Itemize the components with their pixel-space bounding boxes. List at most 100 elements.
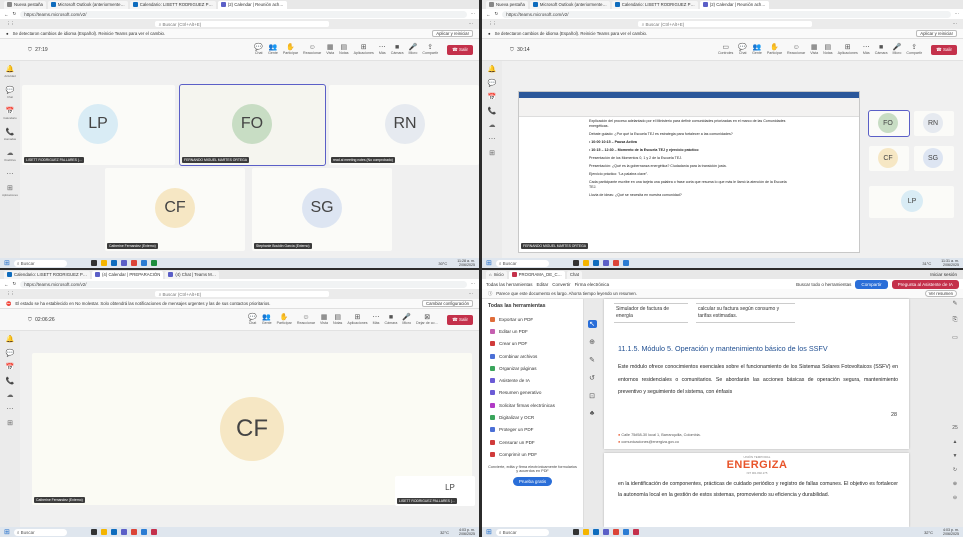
teams-search-input[interactable]: ⌕ Buscar (Ctrl+Alt+E) (154, 290, 329, 298)
taskbar-search[interactable]: ⌕ Buscar (13, 528, 67, 536)
taskbar-search[interactable]: ⌕ Buscar (495, 259, 549, 267)
chat-button[interactable]: 💬 Chat (254, 44, 263, 55)
excel-icon[interactable] (150, 260, 157, 266)
url-field[interactable]: https://teams.microsoft.com/v2/ (20, 280, 467, 288)
calendar-rail-icon[interactable]: 📅 Calendario (3, 108, 17, 122)
onedrive-icon[interactable]: ☁ (7, 392, 14, 399)
stamp-icon[interactable]: ♣ (590, 410, 595, 417)
tool-redact[interactable]: Censurar un PDF (482, 436, 583, 448)
calendar-rail-icon[interactable]: 📅 (488, 94, 497, 101)
camera-button[interactable]: ■ Cámara (875, 44, 888, 55)
edge-icon[interactable] (592, 529, 599, 535)
edge-icon[interactable] (110, 529, 117, 535)
browser-tab-active[interactable]: (4) Calendar | PREPARACIÓN (92, 270, 164, 279)
edge-icon[interactable] (592, 260, 599, 266)
task-view-icon[interactable] (90, 260, 97, 266)
onedrive-icon[interactable]: ☁ (489, 122, 496, 129)
free-trial-button[interactable]: Prueba gratis (512, 476, 553, 486)
menu-esign[interactable]: Firma electrónica (575, 282, 610, 287)
side-tile[interactable]: FO (868, 110, 910, 137)
apply-restart-button[interactable]: Aplicar y reiniciar (432, 30, 473, 37)
mic-button[interactable]: 🎤 Micro (409, 44, 418, 55)
chat-rail-icon[interactable]: 💬 Chat (6, 87, 15, 101)
chrome-icon[interactable] (130, 260, 137, 266)
extensions-icon[interactable]: ⋯ (955, 11, 960, 17)
calls-icon[interactable]: 📞 (488, 108, 497, 115)
chat-button[interactable]: 💬 Chat (248, 314, 257, 325)
share-button[interactable]: ⇪ Compartir (422, 44, 438, 55)
browser-tab[interactable]: Microsoft Outlook (anteriormente… (529, 0, 610, 9)
apps-button[interactable]: ⊞ Aplicaciones (354, 44, 374, 55)
edge-icon[interactable] (110, 260, 117, 266)
chat-button[interactable]: 💬 Chat (738, 44, 747, 55)
tool-combine[interactable]: Combinar archivos (482, 350, 583, 362)
participant-tile[interactable]: FO FERNANDO MIGUEL MARTES ORTEGA (179, 84, 326, 166)
bookmark-icon[interactable]: ⎘ (953, 317, 958, 324)
word-icon[interactable] (140, 260, 147, 266)
windows-start-icon[interactable]: ⊞ (486, 528, 492, 536)
react-button[interactable]: ☺ Reaccionar (787, 44, 805, 55)
activity-icon[interactable]: 🔔 Actividad (4, 66, 15, 80)
view-button[interactable]: ▦ Vista (320, 314, 328, 325)
select-icon[interactable]: ↖ (587, 320, 597, 328)
tool-ocr[interactable]: Digitalizar y OCR (482, 411, 583, 423)
chat-tab[interactable]: Chat (566, 270, 582, 279)
chat-rail-icon[interactable]: 💬 (6, 350, 15, 357)
taskbar-search[interactable]: ⌕ Buscar (495, 528, 549, 536)
pages-icon[interactable]: ▭ (952, 334, 958, 341)
menu-all-tools[interactable]: Todas las herramientas (486, 282, 533, 287)
side-tile[interactable]: SG (914, 146, 954, 171)
task-view-icon[interactable] (90, 529, 97, 535)
tool-protect[interactable]: Proteger un PDF (482, 424, 583, 436)
participant-tile[interactable]: LP LISETT RODRIGUEZ PALLARES (… (22, 85, 175, 165)
raise-hand-button[interactable]: ✋ Participar (767, 44, 782, 55)
browser-tab[interactable]: (4) Chat | Teams M… (165, 270, 220, 279)
calendar-rail-icon[interactable]: 📅 (6, 364, 15, 371)
people-button[interactable]: 👥 Gente (752, 44, 762, 55)
back-icon[interactable]: ← (4, 282, 9, 287)
refresh-icon[interactable]: ↻ (953, 467, 957, 473)
apply-restart-button[interactable]: Aplicar y reiniciar (916, 30, 957, 37)
explorer-icon[interactable] (100, 529, 107, 535)
lasso-icon[interactable]: ↺ (589, 374, 595, 382)
participant-tile[interactable]: RN read.ai meeting notes (No comprobado) (329, 85, 479, 165)
menu-convert[interactable]: Convertir (552, 282, 570, 287)
weather-widget[interactable]: 30°C (438, 261, 447, 266)
browser-tab[interactable]: Calendario: LISETT RODRIGUEZ P… (611, 0, 698, 9)
chrome-icon[interactable] (612, 260, 619, 266)
teams-taskbar-icon[interactable] (120, 529, 127, 535)
menu-edit[interactable]: Editar (537, 282, 549, 287)
stop-share-button[interactable]: ⊠ Dejar de co… (416, 314, 438, 325)
url-field[interactable]: https://teams.microsoft.com/v2/ (502, 10, 951, 18)
document-tab[interactable]: PROGRAMA_DE_C… (508, 270, 565, 279)
task-view-icon[interactable] (572, 529, 579, 535)
back-icon[interactable]: ← (4, 12, 9, 17)
more-icon[interactable]: ⋯ (469, 291, 474, 297)
more-apps-icon[interactable]: ⋯ (7, 406, 14, 413)
tools-search[interactable]: Buscar todo o herramientas (796, 282, 851, 287)
tool-compress[interactable]: Comprimir un PDF (482, 448, 583, 460)
tool-organize[interactable]: Organizar páginas (482, 362, 583, 374)
more-button[interactable]: ⋯ Más (373, 314, 380, 325)
reload-icon[interactable]: ↻ (13, 11, 17, 17)
reload-icon[interactable]: ↻ (495, 11, 499, 17)
weather-widget[interactable]: 32°C (924, 530, 933, 535)
browser-tab-active[interactable]: (2) Calendar | Reunión ach… (217, 0, 287, 9)
controls-button[interactable]: ▭ Controles (718, 44, 733, 55)
reload-icon[interactable]: ↻ (13, 281, 17, 287)
browser-tab[interactable]: Calendario: LISETT RODRIGUEZ P… (4, 270, 90, 279)
participant-tile[interactable]: CF Catherine Fernandez (Externo) (105, 168, 245, 251)
browser-tab[interactable]: Calendario: LISETT RODRIGUEZ P… (129, 0, 216, 9)
grid-menu-icon[interactable]: ⋮⋮ (6, 291, 15, 297)
acrobat-icon[interactable] (150, 529, 157, 535)
grid-menu-icon[interactable]: ⋮⋮ (6, 21, 15, 27)
activity-icon[interactable]: 🔔 (488, 66, 497, 73)
apps-rail-icon[interactable]: ⊞ (7, 420, 13, 427)
chat-rail-icon[interactable]: 💬 (488, 80, 497, 87)
side-tile[interactable]: LP (869, 186, 954, 218)
share-button[interactable]: Compartir (855, 279, 888, 289)
word-icon[interactable] (622, 260, 629, 266)
leave-button[interactable]: ☎ Salir (447, 314, 473, 325)
url-field[interactable]: https://teams.microsoft.com/v2/ (20, 10, 467, 18)
view-button[interactable]: ▦ Vista (810, 44, 818, 55)
